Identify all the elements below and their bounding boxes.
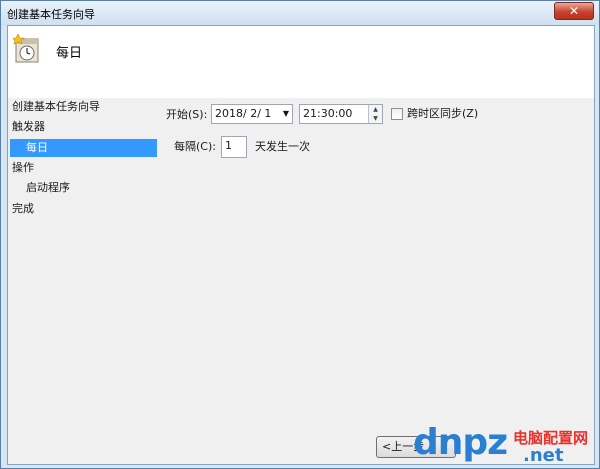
- watermark-net: .net: [523, 445, 564, 466]
- timezone-sync-label: 跨时区同步(Z): [407, 107, 479, 120]
- nav-step-finish[interactable]: 完成: [12, 200, 152, 218]
- start-time-field[interactable]: 21:30:00 ▲ ▼: [299, 104, 383, 124]
- nav-step-action[interactable]: 操作: [12, 159, 152, 177]
- nav-step-create-basic-task[interactable]: 创建基本任务向导: [12, 98, 152, 116]
- wizard-window: 创建基本任务向导 ✕ 每日 创建基本任务向导 触发器 每日 操作 启动程序 完成…: [0, 0, 600, 469]
- recur-interval-input[interactable]: 1: [221, 136, 247, 158]
- timezone-sync-checkbox[interactable]: [391, 108, 403, 120]
- trigger-settings: 开始(S): 2018/ 2/ 1 ▼ 21:30:00 ▲ ▼ 跨时区同步(Z…: [158, 98, 594, 464]
- client-area: 每日 创建基本任务向导 触发器 每日 操作 启动程序 完成 开始(S): 201…: [7, 25, 595, 465]
- spin-down-icon[interactable]: ▼: [369, 114, 382, 123]
- site-watermark: dnpz 电脑配置网 .net: [405, 421, 600, 469]
- spin-up-icon[interactable]: ▲: [369, 105, 382, 114]
- nav-step-start-program[interactable]: 启动程序: [26, 179, 152, 197]
- close-button[interactable]: ✕: [554, 2, 594, 20]
- start-label: 开始(S):: [166, 108, 208, 121]
- recur-label: 每隔(C):: [174, 140, 216, 153]
- start-date-value: 2018/ 2/ 1: [215, 107, 272, 120]
- time-spinner[interactable]: ▲ ▼: [368, 105, 382, 123]
- nav-step-trigger[interactable]: 触发器: [12, 118, 152, 136]
- start-date-picker[interactable]: 2018/ 2/ 1 ▼: [211, 104, 293, 124]
- wizard-steps: 创建基本任务向导 触发器 每日 操作 启动程序 完成: [8, 98, 158, 464]
- page-title: 每日: [56, 46, 83, 61]
- recur-suffix: 天发生一次: [255, 140, 310, 153]
- nav-step-daily[interactable]: 每日: [10, 139, 157, 157]
- wizard-header: 每日: [8, 26, 594, 98]
- title-bar[interactable]: 创建基本任务向导 ✕: [1, 1, 599, 25]
- task-clock-icon: [13, 34, 39, 63]
- chevron-down-icon[interactable]: ▼: [283, 105, 289, 123]
- window-title: 创建基本任务向导: [7, 8, 95, 21]
- watermark-domain: dnpz: [413, 422, 508, 463]
- start-time-value: 21:30:00: [303, 107, 353, 120]
